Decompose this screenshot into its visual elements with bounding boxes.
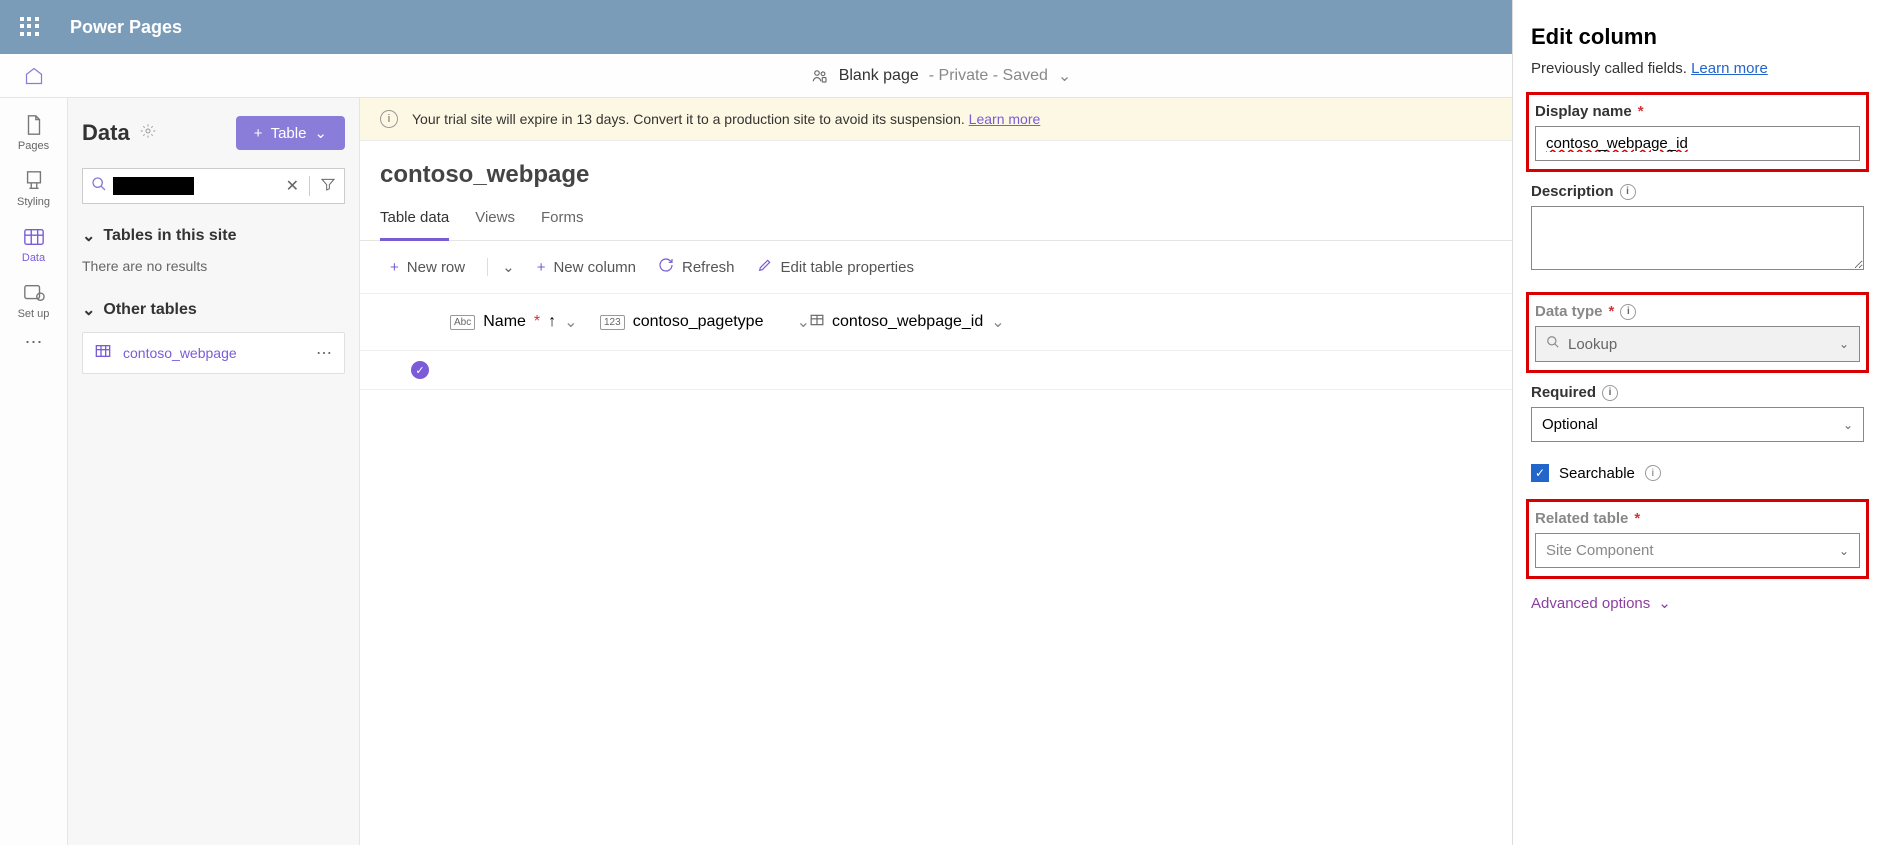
page-status: - Private - Saved xyxy=(929,67,1048,85)
sidebar: Data + Table ⌄ ✕ ⌄ Tables in xyxy=(68,98,360,845)
new-column-button[interactable]: + New column xyxy=(537,259,636,276)
table-icon xyxy=(95,344,111,363)
nav-data[interactable]: Data xyxy=(4,220,64,270)
more-icon[interactable]: ⋯ xyxy=(316,343,332,363)
nav-styling[interactable]: Styling xyxy=(4,164,64,214)
nav-setup[interactable]: Set up xyxy=(4,276,64,326)
no-results-text: There are no results xyxy=(82,258,345,274)
tab-forms[interactable]: Forms xyxy=(541,201,584,240)
people-icon xyxy=(811,67,829,85)
check-icon[interactable]: ✓ xyxy=(411,361,429,379)
chevron-down-icon: ⌄ xyxy=(1843,418,1853,432)
search-icon xyxy=(1546,335,1560,353)
column-name[interactable]: Abc Name* ↑ ⌄ xyxy=(450,312,600,332)
banner-link[interactable]: Learn more xyxy=(969,111,1041,127)
table-item-contoso-webpage[interactable]: contoso_webpage ⋯ xyxy=(82,332,345,374)
display-name-input[interactable] xyxy=(1535,126,1860,161)
plus-icon: + xyxy=(390,259,399,276)
app-launcher-icon[interactable] xyxy=(20,17,40,37)
required-select[interactable]: Optional ⌄ xyxy=(1531,407,1864,442)
page-name: Blank page xyxy=(839,67,919,85)
gear-icon[interactable] xyxy=(140,123,156,144)
chevron-down-icon[interactable]: ⌄ xyxy=(1058,66,1071,86)
panel-subtitle: Previously called fields. Learn more xyxy=(1531,60,1864,77)
section-tables-in-site[interactable]: ⌄ Tables in this site xyxy=(82,226,345,246)
lookup-type-icon xyxy=(810,313,824,331)
chevron-down-icon: ⌄ xyxy=(1658,594,1671,612)
search-box[interactable]: ✕ xyxy=(82,168,345,204)
filter-icon[interactable] xyxy=(310,176,336,197)
chevron-down-icon[interactable]: ⌄ xyxy=(487,258,515,276)
display-name-label: Display name* xyxy=(1535,103,1860,120)
searchable-checkbox[interactable]: ✓ xyxy=(1531,464,1549,482)
chevron-down-icon: ⌄ xyxy=(1839,544,1849,558)
search-input[interactable] xyxy=(113,177,194,195)
nav-more-icon[interactable]: ⋯ xyxy=(25,332,43,353)
data-type-label: Data type* i xyxy=(1535,303,1860,320)
plus-icon: + xyxy=(537,259,546,276)
text-type-icon: Abc xyxy=(450,315,475,330)
pencil-icon xyxy=(757,257,773,277)
new-row-button[interactable]: + New row xyxy=(390,259,465,276)
chevron-down-icon: ⌄ xyxy=(991,312,1004,332)
column-pagetype[interactable]: 123 contoso_pagetype ⌄ xyxy=(600,312,810,332)
chevron-down-icon: ⌄ xyxy=(564,312,577,332)
info-icon[interactable]: i xyxy=(1620,184,1636,200)
searchable-label: Searchable xyxy=(1559,465,1635,482)
table-item-label: contoso_webpage xyxy=(123,345,304,361)
info-icon[interactable]: i xyxy=(1645,465,1661,481)
chevron-down-icon: ⌄ xyxy=(797,312,810,332)
search-icon xyxy=(91,176,107,197)
required-label: Required i xyxy=(1531,384,1864,401)
info-icon[interactable]: i xyxy=(1602,385,1618,401)
chevron-down-icon: ⌄ xyxy=(82,300,95,320)
nav-pages[interactable]: Pages xyxy=(4,108,64,158)
app-title: Power Pages xyxy=(70,17,182,38)
advanced-options-toggle[interactable]: Advanced options ⌄ xyxy=(1531,594,1864,612)
section-other-tables[interactable]: ⌄ Other tables xyxy=(82,300,345,320)
chevron-down-icon: ⌄ xyxy=(1839,337,1849,351)
info-icon[interactable]: i xyxy=(1620,304,1636,320)
description-label: Description i xyxy=(1531,183,1864,200)
info-icon: i xyxy=(380,110,398,128)
description-input[interactable] xyxy=(1531,206,1864,270)
panel-title: Edit column xyxy=(1531,24,1864,50)
learn-more-link[interactable]: Learn more xyxy=(1691,60,1768,77)
related-table-select[interactable]: Site Component ⌄ xyxy=(1535,533,1860,568)
number-type-icon: 123 xyxy=(600,315,625,330)
chevron-down-icon: ⌄ xyxy=(82,226,95,246)
home-button[interactable] xyxy=(0,54,68,97)
chevron-down-icon: ⌄ xyxy=(314,124,327,142)
data-type-select: Lookup ⌄ xyxy=(1535,326,1860,362)
sort-asc-icon: ↑ xyxy=(548,313,556,331)
refresh-button[interactable]: Refresh xyxy=(658,257,735,277)
refresh-icon xyxy=(658,257,674,277)
edit-column-panel: Edit column Previously called fields. Le… xyxy=(1512,0,1882,845)
new-table-button[interactable]: + Table ⌄ xyxy=(236,116,345,150)
edit-table-props-button[interactable]: Edit table properties xyxy=(757,257,914,277)
plus-icon: + xyxy=(254,125,263,142)
sidebar-title: Data xyxy=(82,120,130,146)
related-table-label: Related table* xyxy=(1535,510,1860,527)
tab-views[interactable]: Views xyxy=(475,201,515,240)
column-webpage-id[interactable]: contoso_webpage_id ⌄ xyxy=(810,312,1020,332)
tab-table-data[interactable]: Table data xyxy=(380,201,449,240)
left-nav: Pages Styling Data Set up ⋯ xyxy=(0,98,68,845)
clear-icon[interactable]: ✕ xyxy=(276,176,310,196)
